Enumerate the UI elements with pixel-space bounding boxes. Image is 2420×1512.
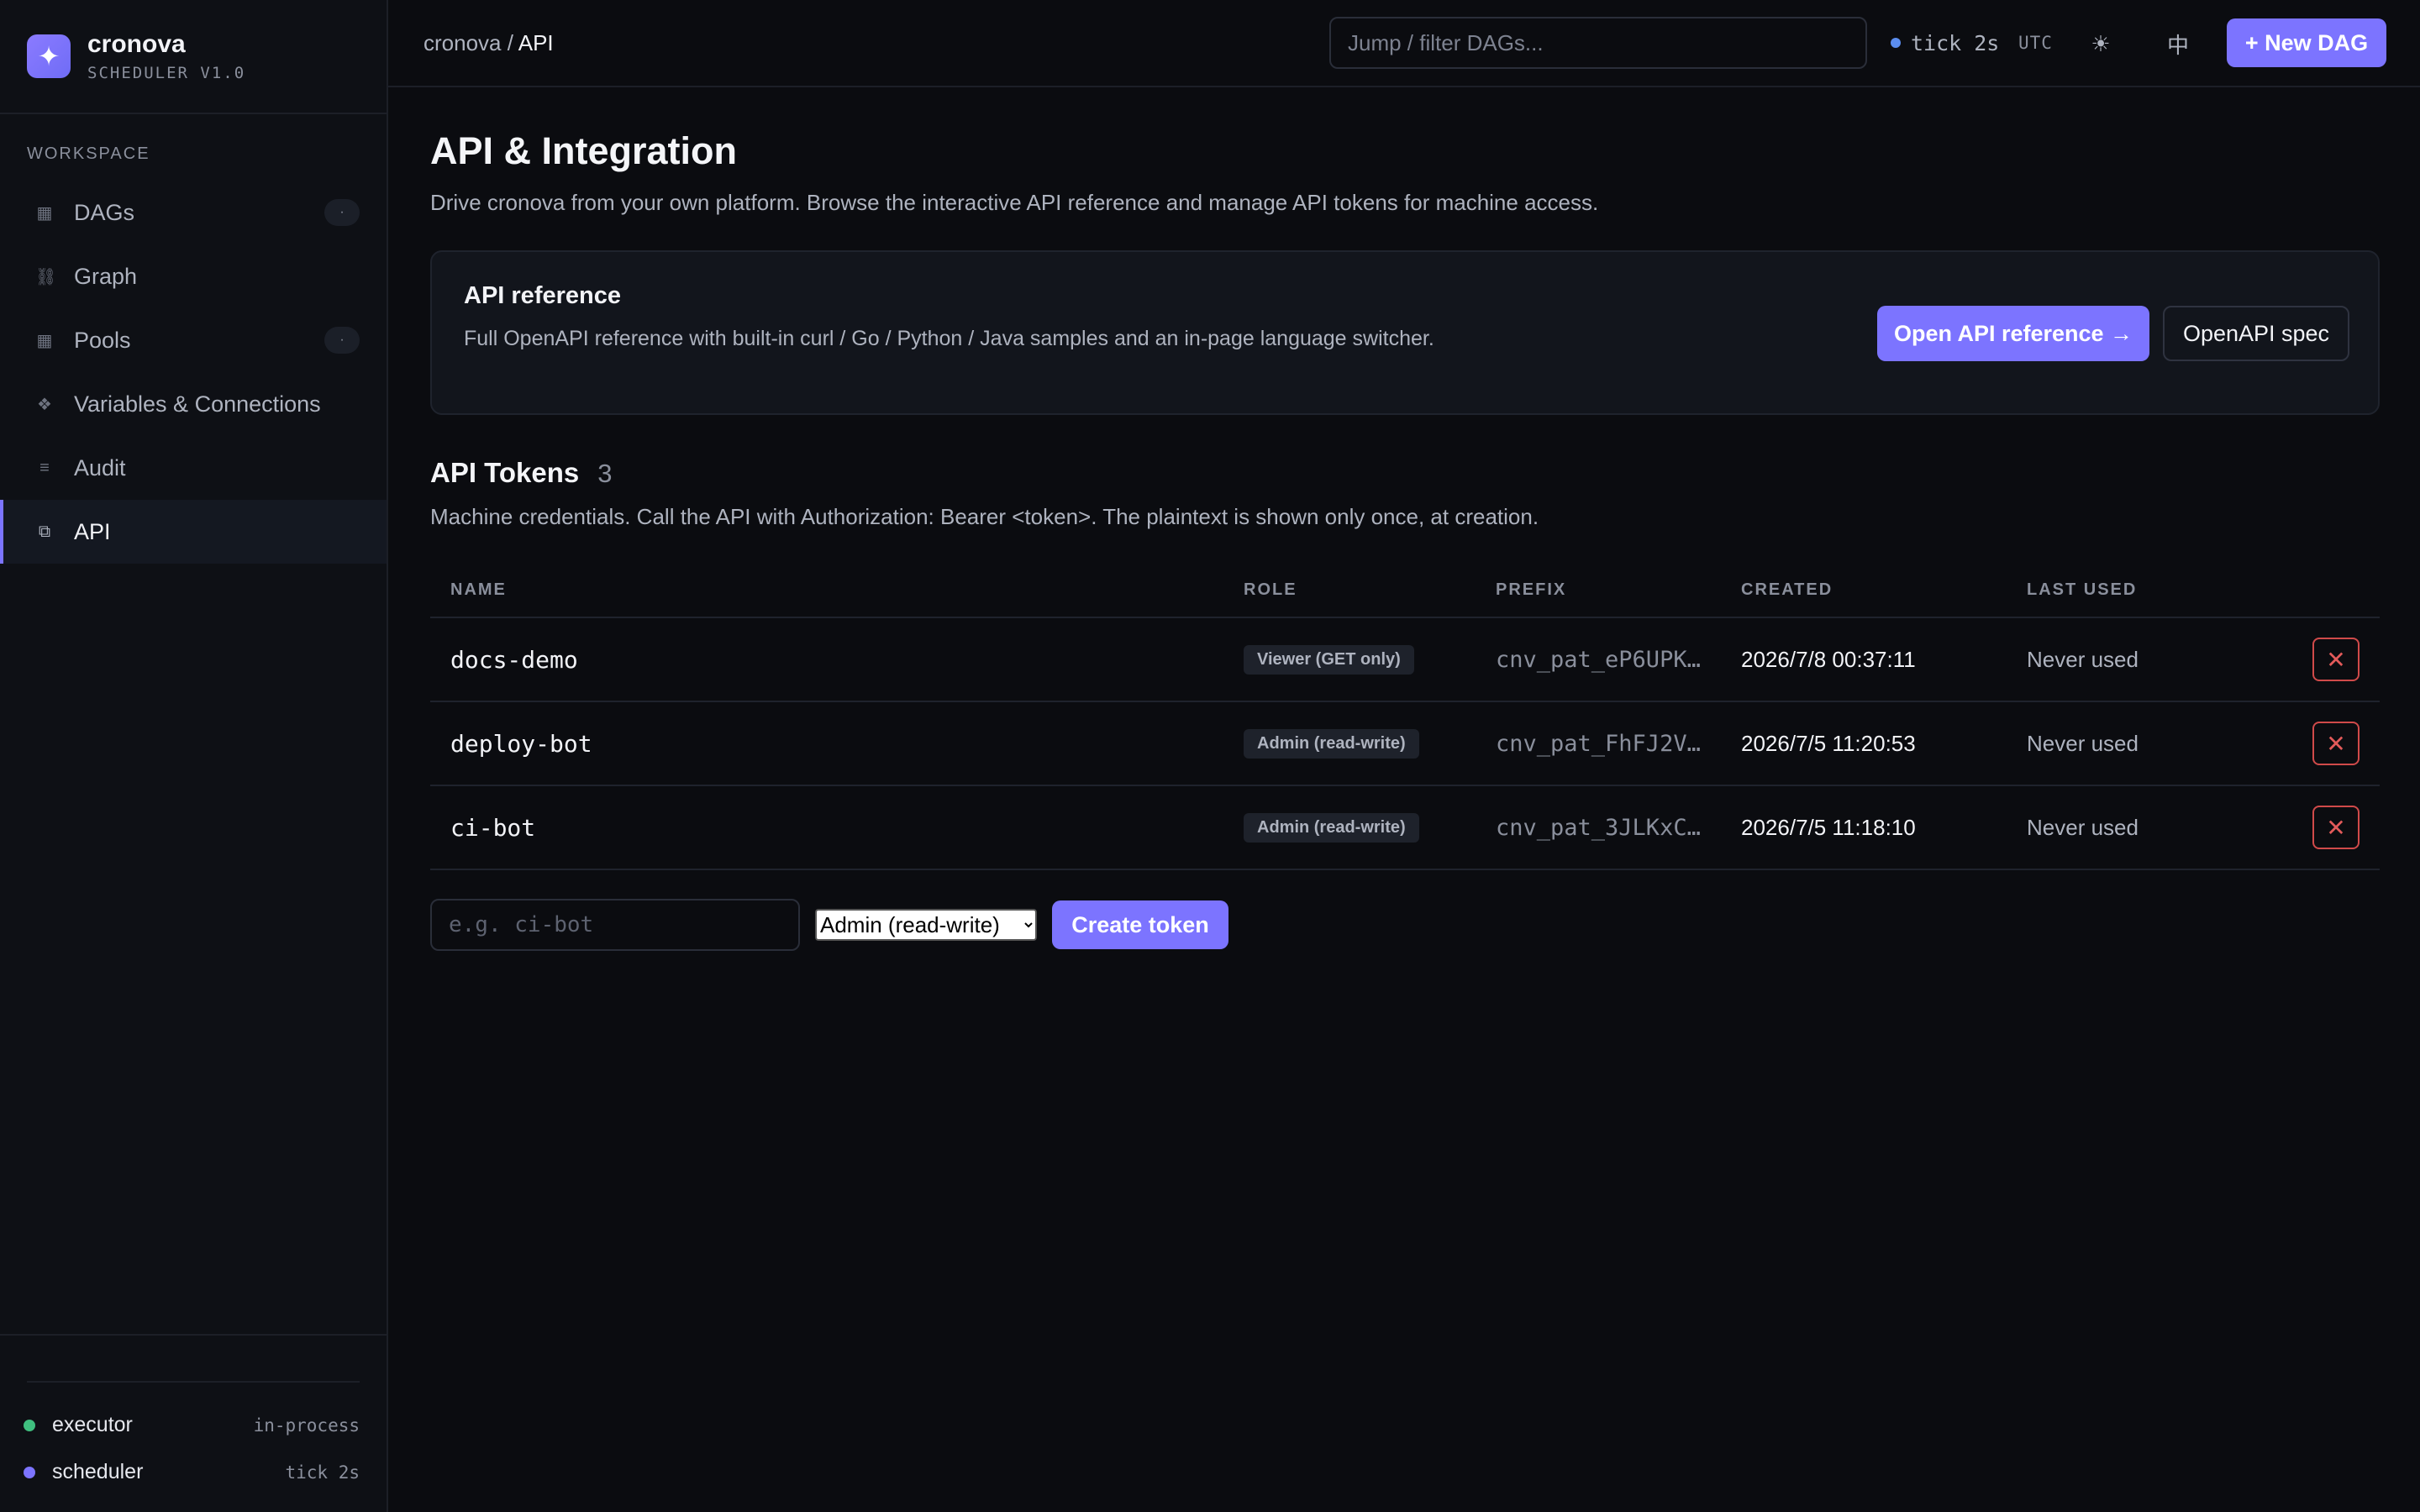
table-row: deploy-bot Admin (read-write) cnv_pat_Fh… [430, 702, 2380, 786]
token-prefix: cnv_pat_FhFJ2V… [1496, 730, 1701, 757]
pool-icon: ▦ [36, 331, 53, 350]
create-token-form: Admin (read-write) Create token [430, 899, 1228, 951]
executor-value: in-process [253, 1415, 360, 1436]
token-name: docs-demo [450, 645, 578, 674]
token-created: 2026/7/8 00:37:11 [1741, 646, 1916, 672]
sidebar-item-label: Graph [74, 263, 138, 289]
token-prefix: cnv_pat_3JLKxC… [1496, 814, 1701, 841]
tokens-table: NAME ROLE PREFIX CREATED LAST USED docs-… [430, 563, 2380, 870]
token-last-used: Never used [2027, 646, 2139, 672]
brand[interactable]: ✦ cronova SCHEDULER V1.0 [0, 0, 387, 114]
close-icon: ✕ [2326, 646, 2346, 673]
sidebar-nav: ▦ DAGs · ⛓ Graph ▦ Pools · ❖ Variables &… [0, 181, 387, 564]
close-icon: ✕ [2326, 730, 2346, 757]
column-header-prefix: PREFIX [1496, 580, 1567, 599]
app-name: cronova [87, 30, 186, 58]
openapi-spec-button[interactable]: OpenAPI spec [2163, 306, 2349, 361]
scheduler-label: scheduler [52, 1460, 144, 1483]
column-header-created: CREATED [1741, 580, 1833, 599]
sidebar-item-label: DAGs [74, 199, 135, 225]
table-row: ci-bot Admin (read-write) cnv_pat_3JLKxC… [430, 786, 2380, 870]
breadcrumb: cronova / API [424, 30, 554, 56]
delete-token-button[interactable]: ✕ [2312, 806, 2360, 849]
tokens-subtitle: Machine credentials. Call the API with A… [430, 504, 1539, 529]
role-badge: Viewer (GET only) [1244, 644, 1414, 675]
executor-status: executor in-process [24, 1413, 360, 1437]
variables-icon: ❖ [37, 395, 52, 414]
new-dag-button[interactable]: + New DAG [2227, 18, 2386, 67]
tokens-header: API Tokens 3 [430, 457, 613, 489]
logo-icon: ✦ [27, 34, 71, 78]
token-last-used: Never used [2027, 730, 2139, 756]
sidebar-item-graph[interactable]: ⛓ Graph [0, 244, 387, 308]
app-version: SCHEDULER V1.0 [87, 64, 246, 82]
tick-label: tick 2s [1911, 30, 2000, 55]
sidebar-item-audit[interactable]: ≡ Audit [0, 436, 387, 500]
open-api-reference-button[interactable]: Open API reference → [1877, 306, 2149, 361]
page-subtitle: Drive cronova from your own platform. Br… [430, 190, 1599, 215]
scheduler-status-dot [24, 1466, 35, 1478]
role-badge: Admin (read-write) [1244, 812, 1419, 843]
sidebar-item-variables[interactable]: ❖ Variables & Connections [0, 372, 387, 436]
api-reference-description: Full OpenAPI reference with built-in cur… [464, 327, 1434, 350]
tick-dot [1891, 38, 1901, 48]
close-icon: ✕ [2326, 814, 2346, 841]
token-created: 2026/7/5 11:18:10 [1741, 814, 1916, 840]
audit-icon: ≡ [39, 458, 50, 477]
token-prefix: cnv_pat_eP6UPK… [1496, 646, 1701, 673]
sidebar-item-label: API [74, 518, 111, 544]
timezone-toggle[interactable]: UTC [2018, 33, 2053, 53]
table-header: NAME ROLE PREFIX CREATED LAST USED [430, 563, 2380, 618]
grid-icon: ▦ [36, 203, 53, 223]
sidebar-item-count: · [324, 327, 360, 354]
graph-icon: ⛓ [35, 267, 57, 286]
column-header-last-used: LAST USED [2027, 580, 2138, 599]
breadcrumb-current: API [518, 29, 554, 55]
tokens-count: 3 [597, 459, 613, 488]
sidebar-item-count: · [324, 199, 360, 226]
sidebar: ✦ cronova SCHEDULER V1.0 WORKSPACE ▦ DAG… [0, 0, 388, 1512]
breadcrumb-root[interactable]: cronova [424, 30, 502, 55]
api-icon: ⧉ [38, 522, 51, 541]
sidebar-footer: executor in-process scheduler tick 2s [0, 1334, 387, 1512]
sidebar-item-label: Audit [74, 454, 126, 480]
token-created: 2026/7/5 11:20:53 [1741, 730, 1916, 756]
api-reference-card: API reference Full OpenAPI reference wit… [430, 250, 2380, 415]
topbar: cronova / API tick 2s UTC ☀ 中 + New DAG [388, 0, 2420, 87]
column-header-role: ROLE [1244, 580, 1297, 599]
tick-indicator: tick 2s [1891, 31, 1999, 55]
sidebar-item-api[interactable]: ⧉ API [0, 500, 387, 564]
search-input[interactable] [1329, 17, 1867, 69]
scheduler-value: tick 2s [285, 1462, 360, 1483]
sidebar-item-label: Variables & Connections [74, 391, 321, 417]
language-toggle[interactable]: 中 [2158, 24, 2198, 64]
executor-status-dot [24, 1419, 35, 1431]
breadcrumb-separator: / [501, 29, 518, 55]
table-row: docs-demo Viewer (GET only) cnv_pat_eP6U… [430, 618, 2380, 702]
theme-toggle-icon[interactable]: ☀ [2081, 24, 2121, 64]
role-badge: Admin (read-write) [1244, 728, 1419, 759]
sidebar-section-label: WORKSPACE [27, 144, 150, 163]
token-name-input[interactable] [430, 899, 800, 951]
executor-label: executor [52, 1413, 133, 1436]
token-name: ci-bot [450, 813, 536, 842]
role-select[interactable]: Admin (read-write) [815, 909, 1037, 941]
tokens-title: API Tokens [430, 457, 580, 488]
column-header-name: NAME [450, 580, 507, 599]
sidebar-item-dags[interactable]: ▦ DAGs · [0, 181, 387, 244]
page-title: API & Integration [430, 129, 738, 172]
token-last-used: Never used [2027, 814, 2139, 840]
scheduler-status: scheduler tick 2s [24, 1460, 360, 1484]
divider [27, 1381, 360, 1383]
delete-token-button[interactable]: ✕ [2312, 638, 2360, 681]
api-reference-title: API reference [464, 282, 621, 309]
sidebar-item-pools[interactable]: ▦ Pools · [0, 308, 387, 372]
delete-token-button[interactable]: ✕ [2312, 722, 2360, 765]
create-token-button[interactable]: Create token [1052, 900, 1228, 949]
sidebar-item-label: Pools [74, 327, 131, 353]
token-name: deploy-bot [450, 729, 592, 758]
